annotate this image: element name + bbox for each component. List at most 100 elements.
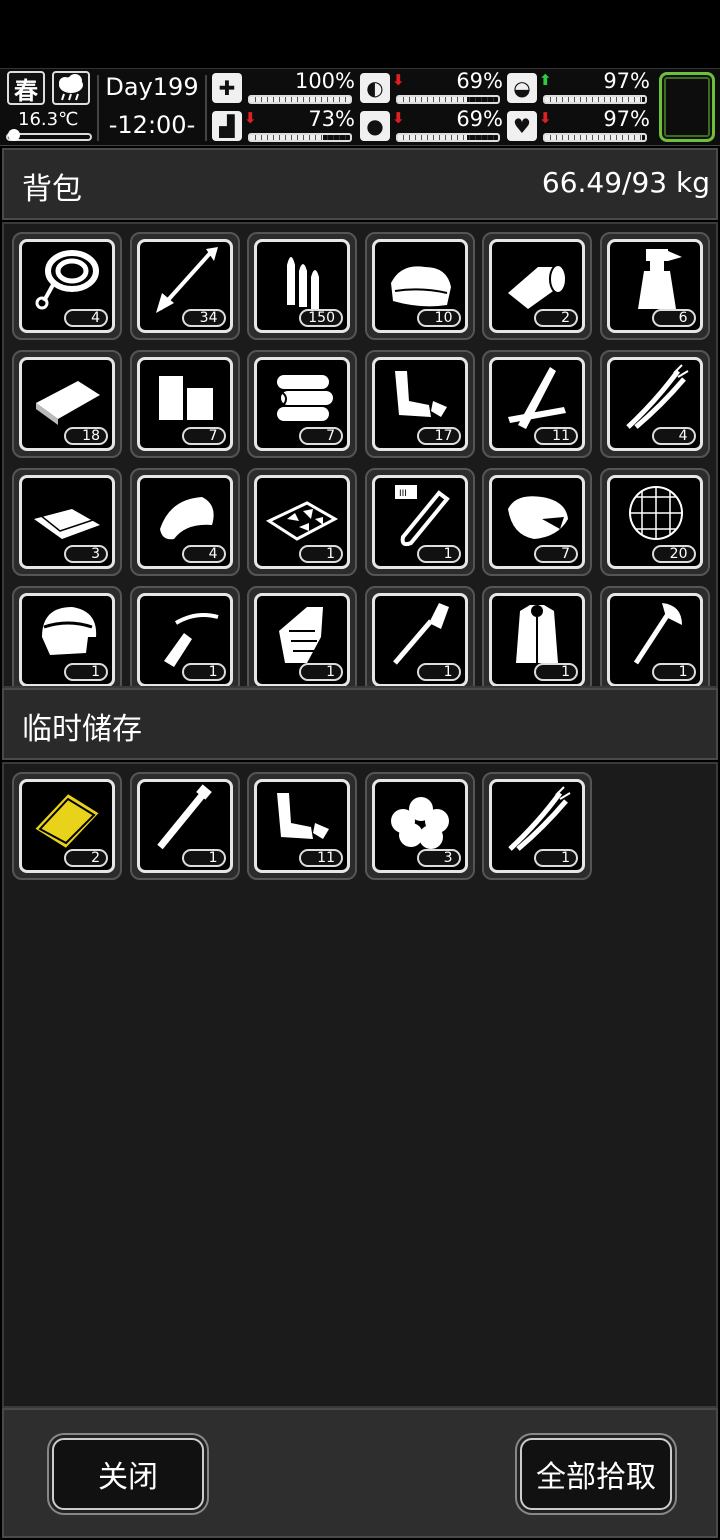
cloth-icon <box>381 243 459 319</box>
stat-stamina: ▟ ⬇ 73% <box>212 107 357 145</box>
item-quantity: 18 <box>64 427 108 445</box>
pipe-icon <box>146 783 224 859</box>
stones-tray-icon <box>263 479 341 555</box>
item-slot-crossbow[interactable]: 1 <box>129 586 240 686</box>
item-slot-gold-plate[interactable]: 2 <box>12 772 122 880</box>
item-slot-wood-blocks[interactable]: 7 <box>129 350 240 458</box>
cotton-icon <box>381 783 459 859</box>
plank-icon <box>28 361 106 437</box>
item-frame: 7 <box>254 357 350 451</box>
item-frame: 150 <box>254 239 350 333</box>
item-frame: 2 <box>19 779 115 873</box>
item-quantity: 1 <box>416 545 461 563</box>
item-frame: 4 <box>606 357 703 451</box>
item-slot-leather[interactable]: 4 <box>129 468 240 576</box>
season-label: 春 <box>14 76 38 105</box>
fiber-icon <box>616 361 694 437</box>
backpack-weight: 66.49/93 kg <box>541 166 710 199</box>
item-quantity: 1 <box>416 663 461 681</box>
item-slot-bullets[interactable]: 150 <box>247 232 357 340</box>
item-slot-test-tube[interactable]: III 1 <box>364 468 475 576</box>
item-frame: 1 <box>254 593 350 686</box>
equipped-slot[interactable] <box>659 72 715 142</box>
helmet-icon <box>28 597 106 673</box>
item-slot-stones-tray[interactable]: 1 <box>247 468 357 576</box>
stat-value: 73% <box>308 107 355 131</box>
item-frame: 11 <box>489 357 585 451</box>
item-slot-scrap-parts[interactable]: 11 <box>247 772 357 880</box>
item-frame: 3 <box>371 779 468 873</box>
item-quantity: 17 <box>416 427 461 445</box>
temperature-gauge: 16.3℃ <box>6 109 92 141</box>
item-slot-cloth[interactable]: 10 <box>364 232 475 340</box>
close-button[interactable]: 关闭 <box>52 1438 204 1510</box>
item-slot-pipe[interactable]: 1 <box>129 772 240 880</box>
item-slot-axe[interactable]: 1 <box>599 586 710 686</box>
item-quantity: 34 <box>181 309 226 327</box>
item-slot-shovel[interactable]: 1 <box>364 586 475 686</box>
stat-bar <box>543 133 647 142</box>
item-frame: 1 <box>136 593 233 686</box>
crossbow-icon <box>146 597 224 673</box>
item-frame: 1 <box>489 593 585 686</box>
item-slot-meat[interactable]: 7 <box>482 468 592 576</box>
fiber-icon <box>498 783 576 859</box>
thermometer-icon <box>8 129 20 141</box>
paper-icon <box>28 479 106 555</box>
item-slot-spray-bottle[interactable]: 6 <box>599 232 710 340</box>
item-slot-armor-glove[interactable]: 1 <box>247 586 357 686</box>
item-slot-scrap-parts[interactable]: 17 <box>364 350 475 458</box>
heart-icon: ♥ <box>507 111 537 141</box>
item-quantity: 11 <box>534 427 578 445</box>
water-drop-icon: ● <box>360 111 390 141</box>
item-frame: 18 <box>19 357 115 451</box>
armor-glove-icon <box>263 597 341 673</box>
item-slot-net[interactable]: 20 <box>599 468 710 576</box>
item-slot-bandage-roll[interactable]: 2 <box>482 232 592 340</box>
gold-plate-icon <box>28 783 106 859</box>
trend-down-icon: ⬇ <box>392 71 405 89</box>
item-frame: 1 <box>254 475 350 569</box>
item-quantity: 7 <box>299 427 343 445</box>
item-quantity: 4 <box>64 309 108 327</box>
item-slot-arrow[interactable]: 34 <box>129 232 240 340</box>
item-slot-boards[interactable]: 11 <box>482 350 592 458</box>
item-slot-fur-coat[interactable]: 1 <box>482 586 592 686</box>
item-slot-paper[interactable]: 3 <box>12 468 122 576</box>
storage-header: 临时储存 <box>2 688 718 760</box>
item-quantity: 1 <box>534 849 578 867</box>
item-quantity: 1 <box>299 663 343 681</box>
item-slot-fiber[interactable]: 4 <box>599 350 710 458</box>
stat-value: 69% <box>456 69 503 93</box>
item-slot-cotton[interactable]: 3 <box>364 772 475 880</box>
item-slot-plank[interactable]: 18 <box>12 350 122 458</box>
item-slot-rope[interactable]: 4 <box>12 232 122 340</box>
item-frame: 6 <box>606 239 703 333</box>
svg-text:III: III <box>399 489 407 499</box>
item-quantity: 1 <box>64 663 108 681</box>
pickup-all-button[interactable]: 全部拾取 <box>520 1438 672 1510</box>
item-quantity: 10 <box>416 309 461 327</box>
storage-title: 临时储存 <box>22 712 142 747</box>
backpack-grid[interactable]: 4 34 150 10 2 6 18 7 7 17 11 4 3 4 1 III 1 7 20 1 1 1 1 1 1 <box>2 222 718 688</box>
item-slot-fiber[interactable]: 1 <box>482 772 592 880</box>
storage-grid[interactable]: 2 1 11 3 1 <box>2 762 718 1408</box>
day-counter: Day199 <box>105 73 199 101</box>
stat-health: ✚ 100% <box>212 69 357 107</box>
item-quantity: 2 <box>64 849 108 867</box>
stomach-icon: ◐ <box>360 73 390 103</box>
item-quantity: 2 <box>534 309 578 327</box>
item-slot-logs[interactable]: 7 <box>247 350 357 458</box>
item-frame: 7 <box>136 357 233 451</box>
shovel-icon <box>381 597 459 673</box>
item-quantity: 1 <box>181 849 226 867</box>
item-frame: III 1 <box>371 475 468 569</box>
item-frame: 1 <box>606 593 703 686</box>
item-frame: 4 <box>19 239 115 333</box>
item-frame: 7 <box>489 475 585 569</box>
divider <box>205 75 207 141</box>
leather-icon <box>146 479 224 555</box>
bottom-bar: 关闭 全部拾取 <box>2 1408 718 1538</box>
stat-bar <box>248 95 352 104</box>
item-slot-helmet[interactable]: 1 <box>12 586 122 686</box>
